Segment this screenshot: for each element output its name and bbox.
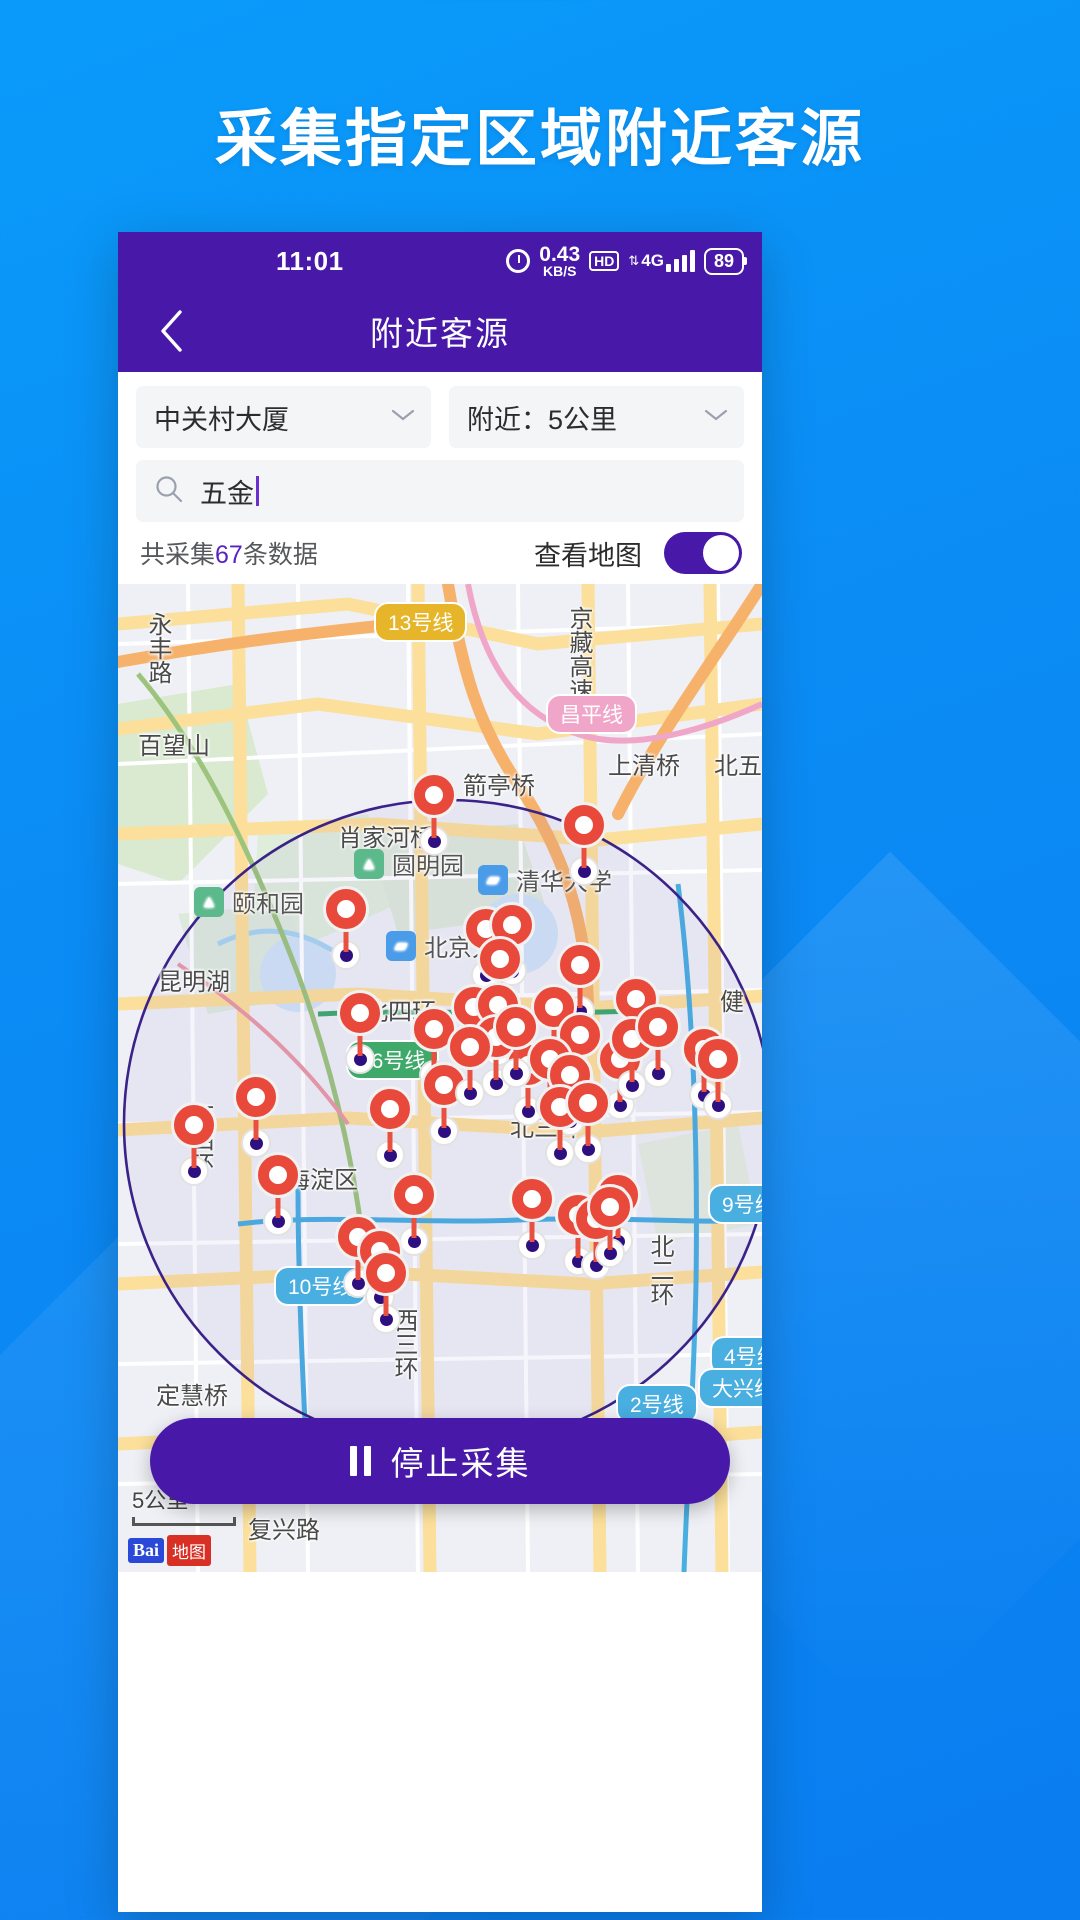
map-pin-head: [323, 886, 369, 932]
phone-mockup: 11:01 0.43 KB/S HD ⇅ 4G 89 附近客源 中关村大厦 附近…: [118, 232, 762, 1912]
location-filter[interactable]: 中关村大厦: [136, 386, 431, 448]
metro-line-badge: 13号线: [374, 602, 468, 642]
status-row: 共采集67条数据 查看地图: [118, 522, 762, 584]
map-attribution-text-2: 地图: [167, 1535, 212, 1566]
map-label: 健: [720, 989, 744, 1016]
metro-line-badge: 昌平线: [546, 694, 637, 734]
network-speed-unit: KB/S: [542, 263, 577, 279]
chevron-down-icon: [391, 408, 415, 427]
back-button[interactable]: [144, 304, 198, 358]
map-pin-head: [391, 1172, 437, 1218]
map-pin-head: [447, 1024, 493, 1070]
map-pin-head: [557, 942, 603, 988]
alarm-clock-icon: [506, 249, 531, 273]
map-pin-head: [635, 1004, 681, 1050]
page-title: 采集指定区域附近客源: [214, 105, 865, 174]
battery-indicator: 89: [703, 247, 748, 275]
status-indicators: 0.43 KB/S HD ⇅ 4G 89: [506, 244, 748, 278]
collected-count: 共采集67条数据: [140, 535, 318, 571]
map-pin-head: [255, 1152, 301, 1198]
filter-row: 中关村大厦 附近：5公里: [118, 372, 762, 448]
stop-collect-label: 停止采集: [390, 1445, 531, 1482]
map-pin-head: [363, 1250, 409, 1296]
map-toggle-switch[interactable]: [664, 532, 742, 574]
park-icon: ▲: [354, 848, 384, 879]
map-pin-head: [695, 1036, 741, 1082]
search-input-value-wrap: 五金: [200, 472, 259, 511]
chevron-down-icon: [704, 408, 728, 427]
nav-title: 附近客源: [370, 315, 510, 352]
chevron-left-icon: [161, 310, 182, 352]
hd-icon: HD: [589, 250, 620, 272]
map-label: 京藏高速: [565, 606, 592, 702]
pause-icon: [349, 1446, 371, 1476]
radius-filter-value: 附近：5公里: [467, 404, 618, 435]
search-area: 五金: [118, 448, 762, 522]
map-pin-head: [493, 1004, 539, 1050]
signal-indicator: ⇅ 4G: [628, 250, 695, 272]
map-poi: ▲ 颐和园: [194, 884, 304, 919]
map-view[interactable]: 永丰路 百望山 京藏高速 上清桥 北五环 肖家河桥 箭亭桥 昆明湖 北四环 北三…: [118, 584, 762, 1572]
university-icon: ▰: [478, 864, 508, 895]
map-label: 百望山: [138, 733, 210, 760]
toggle-knob: [703, 535, 739, 571]
map-pin-head: [561, 802, 607, 848]
metro-line-badge: 大兴线: [698, 1368, 762, 1408]
map-pin-head: [171, 1102, 217, 1148]
location-filter-value: 中关村大厦: [154, 404, 289, 435]
map-pin-head: [367, 1086, 413, 1132]
metro-line-badge: 9号线: [708, 1184, 762, 1224]
network-speed: 0.43 KB/S: [539, 244, 580, 278]
map-label: 定慧桥: [156, 1383, 228, 1410]
map-poi: ▲ 圆明园: [354, 846, 464, 881]
search-input-value: 五金: [200, 478, 254, 509]
text-caret: [256, 476, 259, 506]
map-label: 北二环: [646, 1234, 673, 1306]
signal-bars-icon: [665, 250, 695, 272]
search-icon: [154, 474, 184, 509]
map-label: 永丰路: [144, 612, 171, 684]
map-pin-head: [587, 1184, 633, 1230]
collected-count-prefix: 共采集: [140, 541, 216, 569]
map-pin-head: [509, 1176, 555, 1222]
map-pin-head: [233, 1074, 279, 1120]
network-speed-value: 0.43: [539, 243, 581, 266]
map-pin-head: [477, 936, 523, 982]
map-pin-head: [411, 772, 457, 818]
collected-count-suffix: 条数据: [242, 541, 318, 569]
stop-collect-button[interactable]: 停止采集: [150, 1418, 730, 1504]
search-input[interactable]: 五金: [136, 460, 744, 522]
map-attribution-text: Bai: [128, 1538, 165, 1563]
map-toggle-label: 查看地图: [534, 540, 642, 571]
map-label: 北五环: [714, 753, 762, 780]
map-label: 昆明湖: [158, 969, 230, 996]
status-time: 11:01: [276, 245, 344, 276]
radius-filter[interactable]: 附近：5公里: [449, 386, 744, 448]
map-pin-head: [337, 990, 383, 1036]
data-arrows-icon: ⇅: [628, 252, 640, 268]
status-bar: 11:01 0.43 KB/S HD ⇅ 4G 89: [118, 232, 762, 290]
map-scale-line: [132, 1517, 236, 1526]
park-icon: ▲: [194, 886, 224, 917]
collected-count-value: 67: [215, 541, 243, 569]
map-label: 复兴路: [248, 1517, 320, 1544]
map-label: 上清桥: [608, 753, 680, 780]
university-icon: ▰: [386, 930, 416, 961]
network-type-label: 4G: [641, 251, 664, 270]
map-toggle-group: 查看地图: [534, 532, 742, 574]
nav-bar: 附近客源: [118, 290, 762, 372]
map-attribution: Bai 地图: [128, 1535, 212, 1566]
map-label: 箭亭桥: [463, 773, 535, 800]
map-pin-head: [565, 1080, 611, 1126]
